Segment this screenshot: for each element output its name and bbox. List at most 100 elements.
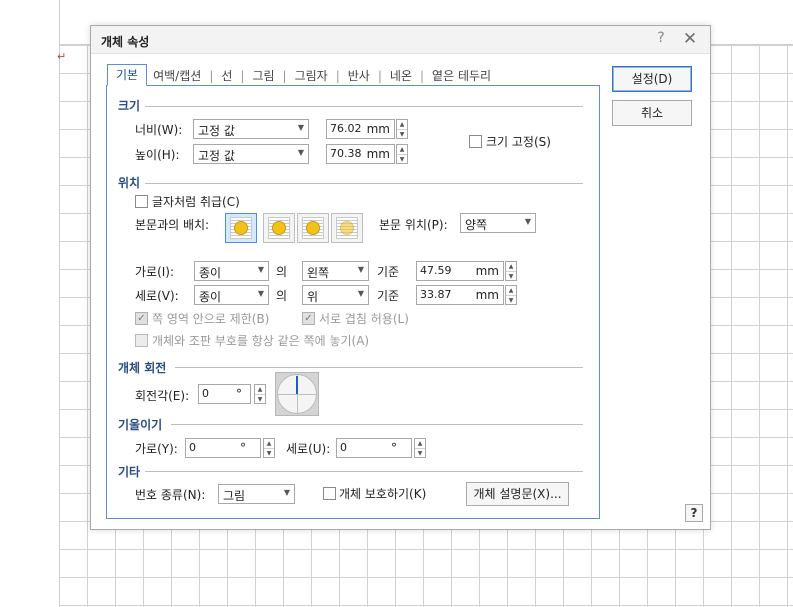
help-icon[interactable]: ?: [653, 30, 669, 50]
close-icon[interactable]: ✕: [681, 29, 699, 49]
rotation-angle-label: 회전각(E):: [135, 389, 190, 403]
rotation-heading: 개체 회전: [118, 361, 167, 375]
spin-up-icon[interactable]: ▲: [264, 439, 274, 448]
chevron-down-icon: ▼: [283, 488, 290, 497]
chevron-down-icon: ▼: [257, 265, 264, 274]
dialog-titlebar[interactable]: 개체 속성 ? ✕: [91, 26, 710, 54]
unit-label: mm: [475, 264, 499, 278]
vertical-offset-input[interactable]: 33.87 mm: [416, 285, 504, 305]
position-heading: 위치: [118, 176, 141, 190]
vertical-relative-select[interactable]: 종이 ▼: [194, 285, 269, 305]
rotation-dial[interactable]: [275, 372, 319, 416]
spin-down-icon[interactable]: ▼: [397, 154, 407, 163]
fix-size-checkbox[interactable]: [469, 135, 482, 148]
paragraph-mark: ↵: [57, 50, 67, 63]
horizontal-align-select[interactable]: 왼쪽 ▼: [302, 261, 369, 281]
object-description-button[interactable]: 개체 설명문(X)...: [466, 482, 569, 506]
object-properties-dialog: 개체 속성 ? ✕ 기본 여백/캡션 | 선 | 그림 | 그림자 | 반사 |…: [90, 25, 711, 530]
skew-horizontal-spinner[interactable]: ▲ ▼: [263, 438, 275, 458]
chevron-down-icon: ▼: [357, 289, 364, 298]
vertical-pos-label: 세로(V):: [135, 289, 179, 303]
tab-shadow[interactable]: 그림자: [289, 66, 334, 86]
vertical-offset-spinner[interactable]: ▲ ▼: [505, 285, 517, 305]
help-button[interactable]: ?: [685, 504, 703, 522]
vertical-align-select[interactable]: 위 ▼: [302, 285, 369, 305]
degree-label: °: [391, 441, 397, 455]
skew-horizontal-value: 0: [189, 441, 196, 454]
base-label: 기준: [377, 289, 400, 303]
spin-up-icon[interactable]: ▲: [506, 262, 516, 271]
tab-separator: |: [335, 69, 340, 83]
same-page-label: 개체와 조판 부호를 항상 같은 쪽에 놓기(A): [152, 334, 370, 348]
treat-as-char-checkbox[interactable]: [135, 195, 148, 208]
horizontal-relative-select[interactable]: 종이 ▼: [194, 261, 269, 281]
height-label: 높이(H):: [135, 148, 180, 162]
text-position-label: 본문 위치(P):: [379, 218, 448, 232]
tab-separator: |: [420, 69, 425, 83]
chevron-down-icon: ▼: [297, 123, 304, 132]
text-position-select[interactable]: 양쪽 ▼: [460, 213, 536, 233]
spin-down-icon[interactable]: ▼: [506, 271, 516, 280]
spin-down-icon[interactable]: ▼: [255, 394, 265, 403]
spin-up-icon[interactable]: ▲: [397, 145, 407, 154]
chevron-down-icon: ▼: [257, 289, 264, 298]
skew-heading: 기울이기: [118, 418, 163, 432]
spin-down-icon[interactable]: ▼: [506, 295, 516, 304]
rotation-angle-spinner[interactable]: ▲ ▼: [254, 384, 266, 404]
spin-down-icon[interactable]: ▼: [397, 129, 407, 138]
tab-neon[interactable]: 네온: [384, 66, 418, 86]
width-spinner[interactable]: ▲ ▼: [396, 119, 408, 139]
rotation-angle-value: 0: [202, 387, 209, 400]
ok-button[interactable]: 설정(D): [612, 66, 692, 92]
rotation-angle-input[interactable]: 0 °: [198, 384, 251, 404]
spin-up-icon[interactable]: ▲: [397, 120, 407, 129]
height-spinner[interactable]: ▲ ▼: [396, 144, 408, 164]
tab-line[interactable]: 선: [215, 66, 238, 86]
smiley-icon: [340, 221, 354, 235]
skew-horizontal-input[interactable]: 0 °: [185, 438, 261, 458]
vertical-offset-value: 33.87: [420, 288, 452, 301]
tab-separator: |: [282, 69, 287, 83]
skew-vertical-spinner[interactable]: ▲ ▼: [414, 438, 426, 458]
limit-to-page-checkbox[interactable]: ✓: [135, 312, 148, 325]
numbering-type-select[interactable]: 그림 ▼: [218, 484, 295, 504]
document-left-margin: [0, 0, 60, 607]
horizontal-offset-input[interactable]: 47.59 mm: [416, 261, 504, 281]
tab-margin-caption[interactable]: 여백/캡션: [147, 66, 207, 86]
wrap-in-front-button[interactable]: [297, 213, 329, 243]
horizontal-align-value: 왼쪽: [307, 266, 330, 280]
degree-label: °: [236, 387, 242, 401]
tab-picture[interactable]: 그림: [246, 66, 280, 86]
tab-separator: |: [209, 69, 214, 83]
spin-up-icon[interactable]: ▲: [506, 286, 516, 295]
cancel-button[interactable]: 취소: [612, 100, 692, 126]
width-input[interactable]: 76.02 mm: [326, 119, 395, 139]
horizontal-offset-spinner[interactable]: ▲ ▼: [505, 261, 517, 281]
height-mode-value: 고정 값: [198, 149, 235, 163]
height-input[interactable]: 70.38 mm: [326, 144, 395, 164]
wrap-top-bottom-button[interactable]: [263, 213, 295, 243]
vertical-align-value: 위: [307, 290, 319, 304]
allow-overlap-checkbox[interactable]: ✓: [302, 312, 315, 325]
skew-vertical-value: 0: [340, 441, 347, 454]
wrap-behind-button[interactable]: [331, 213, 363, 243]
protect-object-checkbox[interactable]: [323, 487, 336, 500]
limit-to-page-label: 쪽 영역 안으로 제한(B): [152, 312, 270, 326]
same-page-checkbox[interactable]: [135, 334, 148, 347]
spin-up-icon[interactable]: ▲: [255, 385, 265, 394]
tab-soft-edge[interactable]: 옅은 테두리: [426, 66, 497, 86]
wrap-label: 본문과의 배치:: [135, 218, 210, 232]
chevron-down-icon: ▼: [524, 217, 531, 226]
numbering-type-value: 그림: [223, 489, 246, 503]
height-mode-select[interactable]: 고정 값 ▼: [193, 144, 309, 164]
section-divider: [145, 106, 583, 107]
tab-basic[interactable]: 기본: [107, 64, 148, 86]
wrap-square-button[interactable]: [225, 213, 257, 243]
skew-vertical-input[interactable]: 0 °: [336, 438, 412, 458]
horizontal-relative-value: 종이: [199, 266, 222, 280]
spin-down-icon[interactable]: ▼: [264, 448, 274, 457]
spin-up-icon[interactable]: ▲: [415, 439, 425, 448]
tab-reflection[interactable]: 반사: [342, 66, 376, 86]
width-mode-select[interactable]: 고정 값 ▼: [193, 119, 309, 139]
spin-down-icon[interactable]: ▼: [415, 448, 425, 457]
